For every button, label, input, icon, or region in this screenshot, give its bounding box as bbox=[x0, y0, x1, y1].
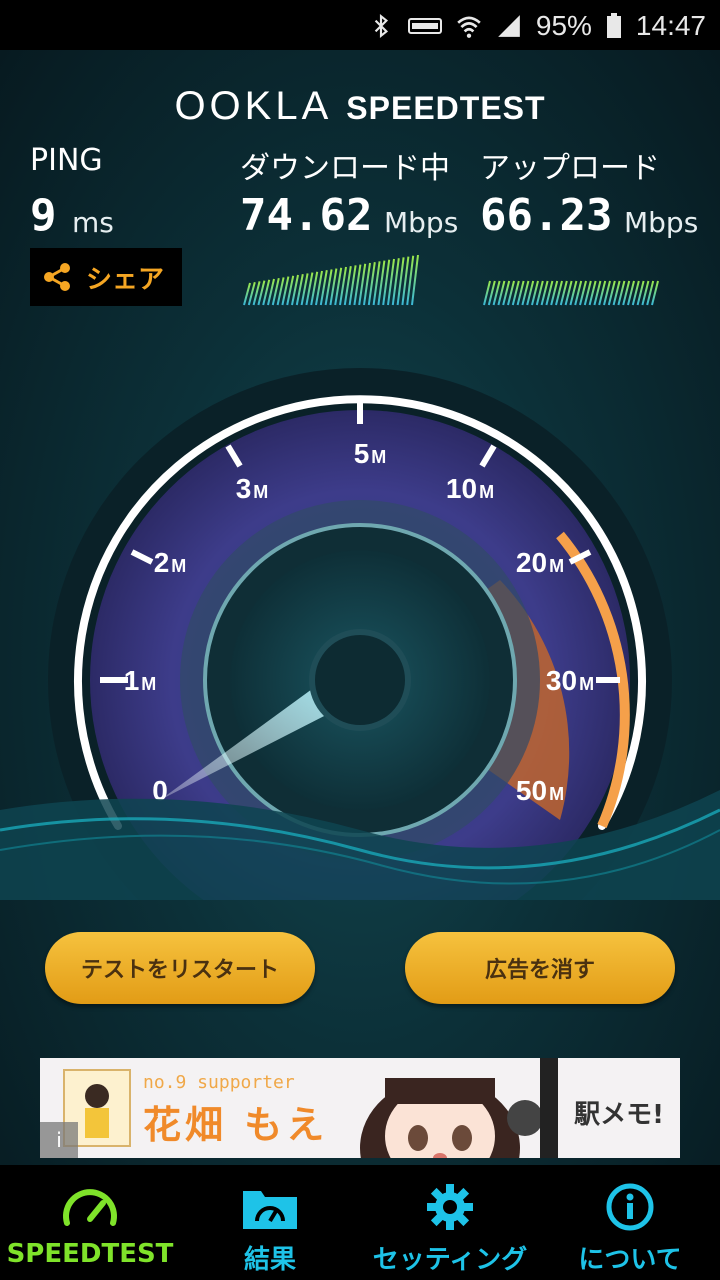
ad-info-icon[interactable]: i bbox=[40, 1122, 78, 1158]
download-label: ダウンロード中 bbox=[240, 151, 450, 186]
ad-tag: no.9 supporter bbox=[143, 1072, 295, 1093]
share-icon bbox=[44, 263, 70, 291]
upload-graph bbox=[483, 280, 659, 306]
volte-icon bbox=[407, 18, 442, 34]
nav-about[interactable]: について bbox=[540, 1165, 720, 1280]
nav-results[interactable]: 結果 bbox=[180, 1165, 360, 1280]
status-icons: 95% 14:47 bbox=[368, 6, 706, 46]
battery-percent: 95% bbox=[535, 10, 592, 41]
folder-icon bbox=[243, 1191, 297, 1229]
ad-character-name: 花畑 もえ bbox=[143, 1103, 329, 1147]
speedometer-icon bbox=[63, 1189, 117, 1226]
info-icon bbox=[606, 1183, 654, 1231]
nav-settings[interactable]: セッティング bbox=[360, 1165, 540, 1280]
ping-value: 9 bbox=[30, 190, 57, 241]
nav-about-label: について bbox=[578, 1245, 682, 1275]
bluetooth-icon bbox=[374, 13, 388, 39]
signal-icon bbox=[498, 15, 520, 37]
battery-icon bbox=[606, 13, 621, 38]
nav-speedtest-label: SPEEDTEST bbox=[6, 1239, 174, 1269]
restart-test-button[interactable]: テストをリスタート bbox=[45, 932, 315, 1004]
ad-banner[interactable]: no.9 supporter 花畑 もえ 駅メモ! i bbox=[40, 1058, 680, 1158]
ping-label: PING bbox=[30, 143, 103, 178]
gauge-hub bbox=[309, 629, 411, 731]
nav-speedtest[interactable]: SPEEDTEST bbox=[0, 1165, 180, 1280]
logo-speedtest: SPEEDTEST bbox=[346, 90, 546, 126]
share-button[interactable]: シェア bbox=[30, 248, 182, 306]
gear-icon bbox=[427, 1184, 473, 1230]
wifi-icon bbox=[457, 16, 481, 38]
nav-results-label: 結果 bbox=[243, 1245, 296, 1275]
ad-character-illustration bbox=[360, 1058, 558, 1158]
clock: 14:47 bbox=[635, 10, 706, 41]
nav-settings-label: セッティング bbox=[372, 1245, 528, 1275]
logo-ookla: OOKLA bbox=[174, 84, 333, 128]
app-logo: OOKLA SPEEDTEST bbox=[0, 84, 720, 129]
download-graph bbox=[243, 255, 419, 306]
status-bar: 95% 14:47 bbox=[0, 0, 720, 50]
ping-unit: ms bbox=[72, 206, 114, 239]
upload-value: 66.23 bbox=[480, 190, 613, 241]
share-label: シェア bbox=[86, 264, 165, 295]
ad-brand: 駅メモ! bbox=[574, 1100, 664, 1130]
download-value: 74.62 bbox=[240, 190, 373, 241]
download-unit: Mbps bbox=[384, 206, 459, 239]
bottom-nav: SPEEDTEST 結果 セッティング について bbox=[0, 1165, 720, 1280]
remove-ads-button[interactable]: 広告を消す bbox=[405, 932, 675, 1004]
upload-label: アップロード bbox=[480, 151, 660, 186]
speed-gauge: 01 M2 M3 M5 M10 M20 M30 M50 M bbox=[0, 368, 720, 900]
upload-unit: Mbps bbox=[624, 206, 699, 239]
